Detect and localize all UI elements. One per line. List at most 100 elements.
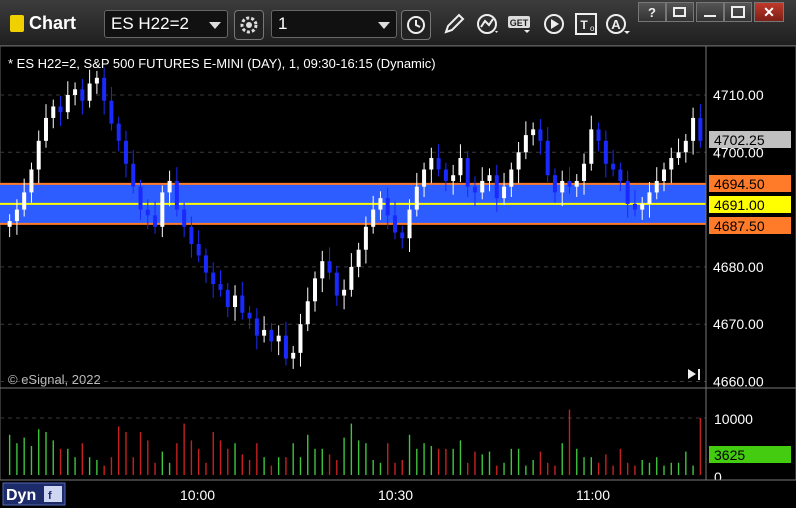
candle-body: [603, 140, 608, 164]
candle-body: [669, 158, 674, 170]
text-tool-icon[interactable]: To: [572, 10, 600, 38]
candle-body: [43, 117, 48, 141]
candle-body: [567, 180, 572, 187]
candle-body: [698, 117, 703, 141]
last-price-value: 4702.25: [714, 132, 765, 148]
candle-body: [494, 175, 499, 199]
candle-body: [73, 89, 78, 95]
candle-body: [131, 163, 136, 187]
draw-pencil-icon[interactable]: [440, 10, 468, 38]
svg-text:A: A: [611, 17, 621, 32]
interval-value: 1: [278, 14, 288, 33]
candle-body: [538, 129, 543, 141]
level-tag-lower: 4687.50: [709, 217, 791, 234]
last-price-tag: 4702.25: [709, 131, 791, 148]
chart-window-icon: [10, 15, 24, 32]
candle-body: [458, 158, 463, 176]
chevron-down-icon: [209, 22, 221, 29]
candle-body: [167, 180, 172, 193]
restore-button[interactable]: [666, 2, 694, 22]
candle-body: [363, 226, 368, 250]
candle-body: [378, 198, 383, 210]
candle-body: [247, 312, 252, 319]
candle-body: [218, 284, 223, 290]
candle-body: [305, 301, 310, 325]
chevron-down-icon: [378, 22, 390, 29]
symbol-settings-gear-icon[interactable]: [234, 10, 264, 40]
candle-body: [65, 95, 70, 113]
minimize-button[interactable]: [696, 2, 724, 22]
candle-body: [509, 169, 514, 187]
replay-play-icon[interactable]: [540, 10, 568, 38]
level-mid-value: 4691.00: [714, 197, 765, 213]
time-axis[interactable]: 10:00 10:30 11:00: [0, 479, 796, 508]
candle-body: [138, 186, 143, 210]
candle-body: [291, 352, 296, 359]
candle-body: [225, 289, 230, 308]
candle-body: [574, 180, 579, 187]
studies-chart-icon[interactable]: [474, 10, 502, 38]
candle-body: [560, 180, 565, 193]
candle-body: [400, 232, 405, 239]
candle-body: [552, 175, 557, 193]
candle-body: [516, 152, 521, 170]
alert-icon[interactable]: A: [604, 10, 632, 38]
candle-body: [276, 335, 281, 342]
candle-body: [58, 106, 63, 113]
candle-body: [313, 278, 318, 302]
volume-last-tag: 3625: [709, 446, 791, 463]
maximize-button[interactable]: [724, 2, 752, 22]
candle-body: [472, 186, 477, 193]
interval-dropdown[interactable]: 1: [271, 10, 397, 38]
chart-info-label: * ES H22=2, S&P 500 FUTURES E-MINI (DAY)…: [8, 56, 436, 71]
candle-body: [531, 129, 536, 136]
get-data-icon[interactable]: GET: [507, 10, 535, 38]
chart-area[interactable]: * ES H22=2, S&P 500 FUTURES E-MINI (DAY)…: [0, 46, 796, 508]
candle-body: [407, 209, 412, 239]
candle-body: [29, 169, 34, 193]
candle-body: [298, 324, 303, 353]
candle-body: [51, 106, 56, 118]
help-button[interactable]: ?: [638, 2, 666, 22]
candle-body: [254, 318, 259, 336]
volume-tick: 10000: [714, 411, 753, 427]
candle-body: [87, 83, 92, 101]
candle-body: [683, 140, 688, 153]
candle-body: [523, 135, 528, 153]
candle-body: [269, 329, 274, 342]
symbol-value: ES H22=2: [111, 14, 189, 33]
question-icon: ?: [648, 4, 656, 20]
candle-body: [691, 117, 696, 141]
candle-body: [123, 140, 128, 164]
candle-body: [443, 169, 448, 181]
symbol-dropdown[interactable]: ES H22=2: [104, 10, 228, 38]
time-tick: 11:00: [576, 487, 610, 503]
candle-body: [334, 272, 339, 296]
dynamic-scale-button[interactable]: Dyn f: [2, 482, 66, 506]
candle-body: [189, 226, 194, 244]
candle-body: [160, 192, 165, 227]
candle-body: [618, 169, 623, 181]
level-upper-value: 4694.50: [714, 176, 765, 192]
volume-last-value: 3625: [714, 447, 745, 463]
candle-body: [211, 272, 216, 285]
candle-body: [342, 289, 347, 296]
candle-body: [356, 249, 361, 267]
candle-body: [582, 163, 587, 181]
candle-body: [596, 129, 601, 141]
candle-body: [102, 77, 107, 101]
close-button[interactable]: ✕: [754, 2, 784, 22]
candle-body: [196, 243, 201, 256]
toolbar: Chart ES H22=2 1 GET To A ? ✕: [0, 0, 796, 46]
candle-body: [320, 261, 325, 279]
candle-body: [436, 158, 441, 170]
price-tick: 4670.00: [713, 316, 764, 332]
candle-body: [174, 180, 179, 210]
candle-body: [327, 261, 332, 273]
price-tick: 4660.00: [713, 374, 764, 390]
svg-text:T: T: [580, 18, 588, 32]
time-template-clock-icon[interactable]: [401, 10, 431, 40]
candle-body: [392, 215, 397, 233]
candle-body: [451, 175, 456, 181]
candle-body: [640, 203, 645, 210]
